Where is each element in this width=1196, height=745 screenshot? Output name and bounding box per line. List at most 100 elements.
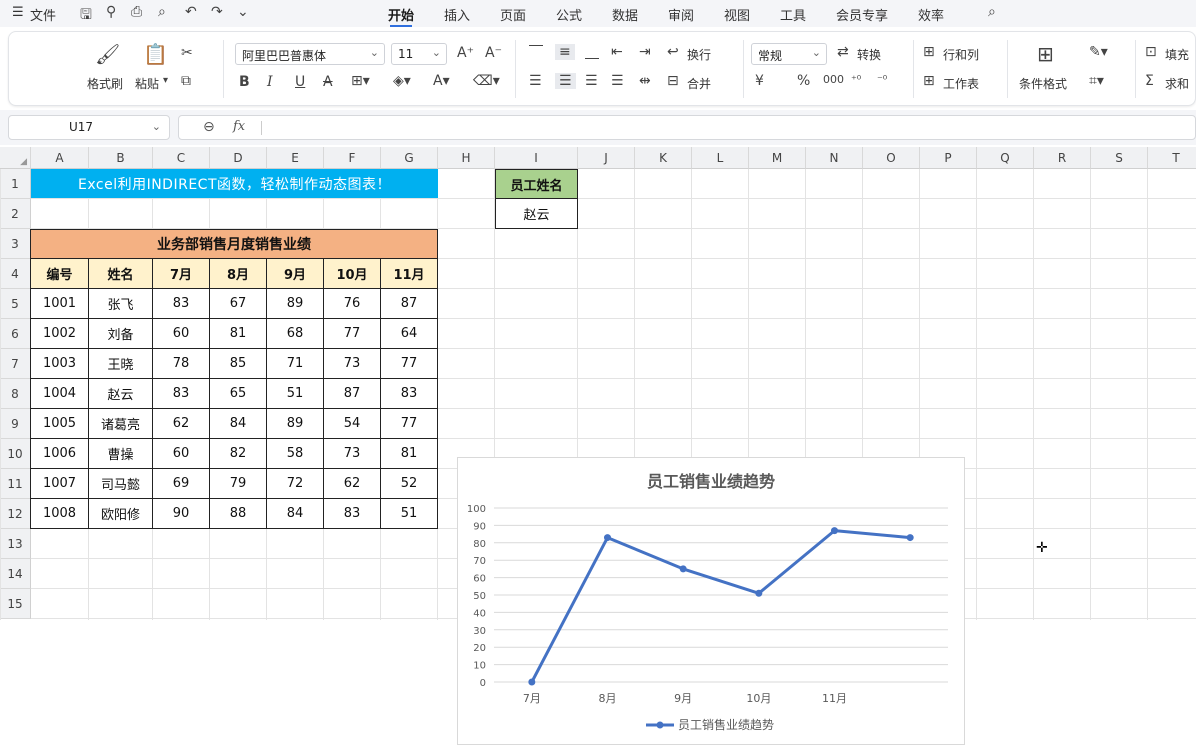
redo-icon[interactable]: ↷ [211, 4, 223, 20]
menu-icon[interactable]: ☰ [12, 5, 24, 20]
paste-icon[interactable]: 📋 [143, 42, 168, 66]
style-icon[interactable]: ✎▾ [1089, 44, 1108, 60]
align-right-icon[interactable]: ☰ [585, 73, 598, 89]
lookup-value-cell[interactable]: 赵云 [495, 199, 578, 229]
table-cell[interactable]: 68 [267, 319, 324, 349]
font-size-select[interactable]: 11 ⌄ [391, 43, 447, 65]
column-header[interactable]: Q [977, 147, 1034, 169]
column-header[interactable]: L [692, 147, 749, 169]
tab-tools[interactable]: 工具 [780, 5, 806, 24]
table-cell[interactable]: 83 [153, 289, 210, 319]
tab-page[interactable]: 页面 [500, 5, 526, 24]
format-painter-label[interactable]: 格式刷 [87, 75, 123, 92]
column-header[interactable]: H [438, 147, 495, 169]
conditional-format-button[interactable]: 条件格式 [1019, 75, 1067, 92]
table-cell[interactable]: 81 [210, 319, 267, 349]
tab-member[interactable]: 会员专享 [836, 5, 888, 24]
cell-icon[interactable]: ⌗▾ [1089, 73, 1104, 89]
line-chart[interactable]: 员工销售业绩趋势 0 10 20 30 40 50 60 70 80 90 100 7月 8月 9月 10月… [457, 457, 965, 745]
row-header[interactable]: 2 [0, 199, 31, 229]
table-cell[interactable]: 89 [267, 409, 324, 439]
italic-button[interactable]: I [267, 74, 273, 90]
cut-icon[interactable]: ✂ [181, 45, 193, 61]
table-cell[interactable]: 84 [210, 409, 267, 439]
column-header[interactable]: I [495, 147, 578, 169]
paste-label[interactable]: 粘贴 [135, 75, 159, 92]
table-cell[interactable]: 62 [153, 409, 210, 439]
rows-cols-button[interactable]: 行和列 [943, 46, 979, 63]
conditional-format-icon[interactable]: ⊞ [1037, 42, 1054, 66]
align-bottom-icon[interactable]: ⎽ [585, 44, 599, 60]
search-icon[interactable]: ⌕ [988, 4, 996, 20]
tab-insert[interactable]: 插入 [444, 5, 470, 24]
decrease-decimal-icon[interactable]: ⁻⁰ [877, 73, 887, 86]
align-middle-icon[interactable]: ≡ [555, 44, 575, 60]
table-cell[interactable]: 64 [381, 319, 438, 349]
table-cell[interactable]: 73 [324, 439, 381, 469]
table-cell[interactable]: 78 [153, 349, 210, 379]
column-header[interactable]: R [1034, 147, 1091, 169]
rows-cols-icon[interactable]: ⊞ [923, 44, 935, 60]
borders-icon[interactable]: ⊞▾ [351, 73, 370, 89]
table-cell[interactable]: 87 [381, 289, 438, 319]
column-header[interactable]: M [749, 147, 806, 169]
strikethrough-button[interactable]: A [323, 74, 333, 90]
row-header[interactable]: 11 [0, 469, 31, 499]
table-cell[interactable]: 赵云 [89, 379, 153, 409]
row-header[interactable]: 5 [0, 289, 31, 319]
number-format-select[interactable]: 常规 ⌄ [751, 43, 827, 65]
tab-view[interactable]: 视图 [724, 5, 750, 24]
table-cell[interactable]: 52 [381, 469, 438, 499]
table-cell[interactable]: 72 [267, 469, 324, 499]
table-cell[interactable]: 82 [210, 439, 267, 469]
row-header[interactable]: 15 [0, 589, 31, 619]
table-cell[interactable]: 1004 [31, 379, 89, 409]
worksheet-icon[interactable]: ⊞ [923, 73, 935, 89]
indent-decrease-icon[interactable]: ⇤ [611, 44, 623, 60]
table-cell[interactable]: 刘备 [89, 319, 153, 349]
table-header-cell[interactable]: 10月 [324, 259, 381, 289]
column-header[interactable]: G [381, 147, 438, 169]
wrap-text-button[interactable]: 换行 [687, 46, 711, 63]
tab-review[interactable]: 审阅 [668, 5, 694, 24]
table-header-cell[interactable]: 9月 [267, 259, 324, 289]
merge-icon[interactable]: ⊟ [667, 73, 679, 89]
row-header[interactable]: 8 [0, 379, 31, 409]
table-cell[interactable]: 王晓 [89, 349, 153, 379]
table-cell[interactable]: 51 [381, 499, 438, 529]
column-header[interactable]: A [31, 147, 89, 169]
row-header[interactable]: 10 [0, 439, 31, 469]
table-cell[interactable]: 60 [153, 319, 210, 349]
chevron-down-icon[interactable]: ⌄ [237, 4, 249, 20]
column-header[interactable]: F [324, 147, 381, 169]
wrap-text-icon[interactable]: ↩ [667, 44, 679, 60]
table-cell[interactable]: 71 [267, 349, 324, 379]
table-cell[interactable]: 1008 [31, 499, 89, 529]
underline-button[interactable]: U [295, 74, 305, 90]
name-box[interactable]: U17 ⌄ [8, 115, 170, 140]
row-header[interactable]: 1 [0, 169, 31, 199]
align-top-icon[interactable]: ⎺ [529, 44, 543, 60]
row-header[interactable]: 9 [0, 409, 31, 439]
table-cell[interactable]: 83 [324, 499, 381, 529]
worksheet-button[interactable]: 工作表 [943, 75, 979, 92]
increase-decimal-icon[interactable]: ⁺⁰ [851, 73, 861, 86]
align-left-icon[interactable]: ☰ [529, 73, 542, 89]
distribute-icon[interactable]: ⇹ [639, 73, 651, 89]
justify-icon[interactable]: ☰ [611, 73, 624, 89]
sum-button[interactable]: 求和 [1165, 75, 1189, 92]
column-header[interactable]: B [89, 147, 153, 169]
table-cell[interactable]: 65 [210, 379, 267, 409]
increase-font-icon[interactable]: A⁺ [457, 45, 474, 61]
table-cell[interactable]: 1005 [31, 409, 89, 439]
format-painter-icon[interactable]: 🖌 [95, 42, 120, 66]
table-cell[interactable]: 79 [210, 469, 267, 499]
column-header[interactable]: N [806, 147, 863, 169]
currency-button[interactable]: ¥ [755, 73, 764, 89]
table-cell[interactable]: 62 [324, 469, 381, 499]
bold-button[interactable]: B [239, 74, 250, 90]
table-cell[interactable]: 83 [153, 379, 210, 409]
chevron-down-icon[interactable]: ▾ [163, 75, 168, 86]
fx-icon[interactable]: fx [233, 119, 245, 134]
fill-button[interactable]: 填充 [1165, 46, 1189, 63]
